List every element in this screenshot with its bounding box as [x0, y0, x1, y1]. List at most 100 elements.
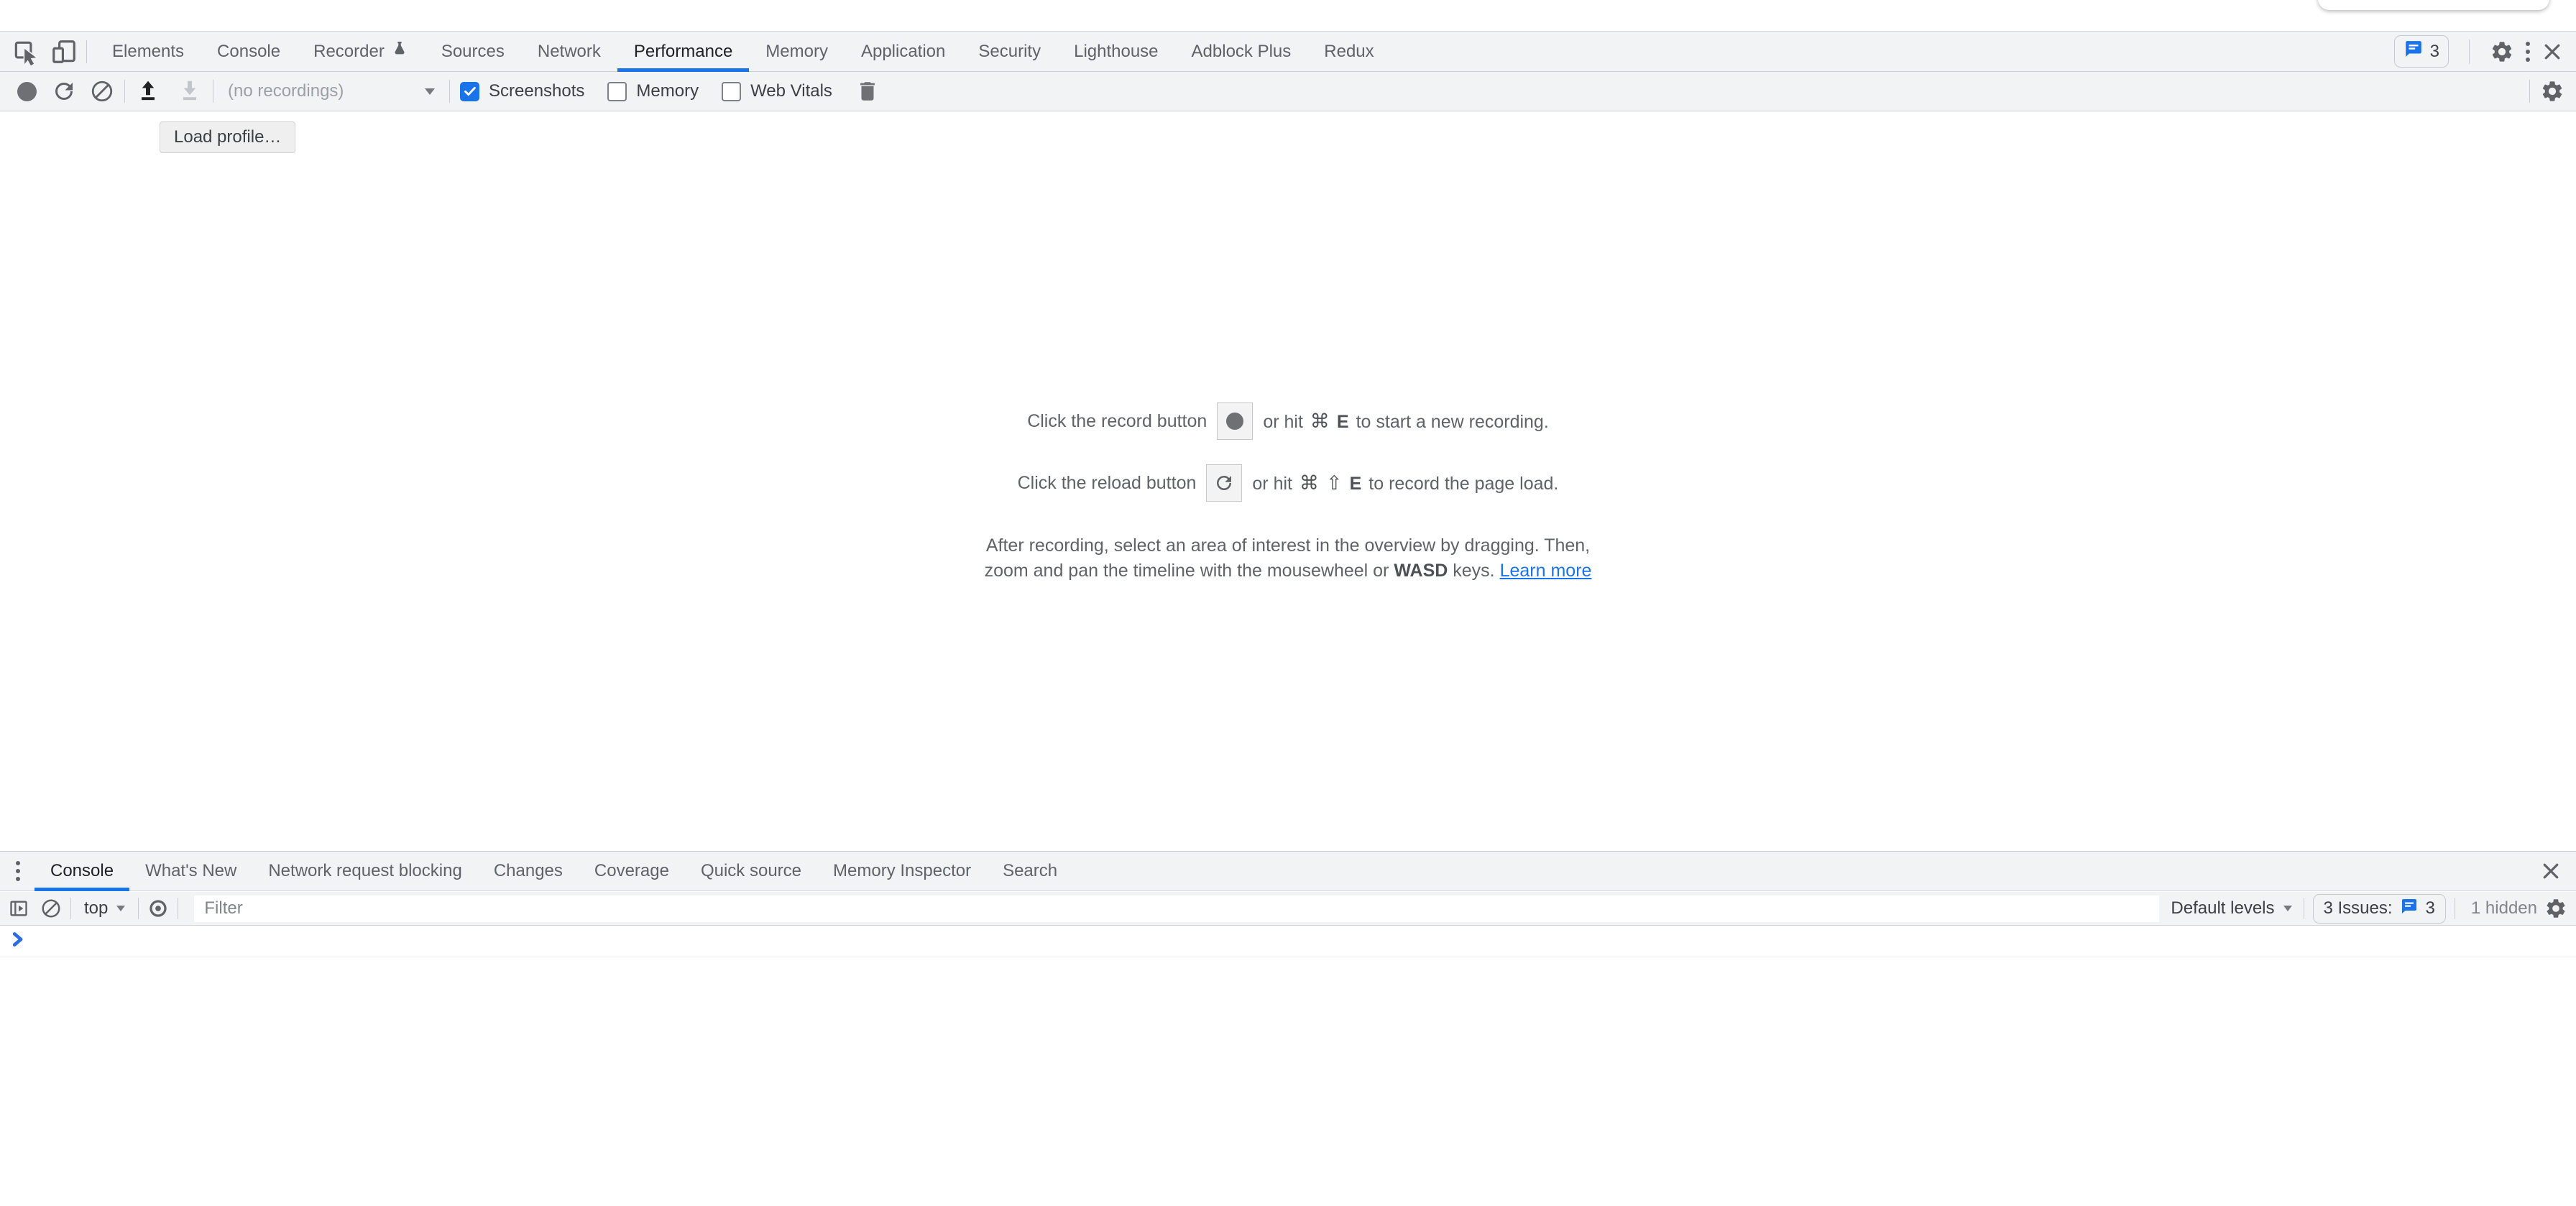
recordings-dropdown-value: (no recordings)	[228, 81, 344, 101]
web-vitals-label: Web Vitals	[750, 81, 832, 101]
flask-experiment-icon	[391, 40, 408, 63]
popup-window-corner	[2318, 0, 2549, 10]
tabbar-right-separator	[2469, 40, 2470, 64]
console-prompt-row[interactable]	[0, 926, 2576, 957]
reload-button-illustration	[1206, 464, 1242, 502]
tab-application[interactable]: Application	[845, 32, 962, 71]
help-paragraph: After recording, select an area of inter…	[961, 533, 1615, 584]
console-toolbar-separator	[138, 898, 139, 919]
issues-bubble-icon	[2404, 40, 2424, 63]
record-button[interactable]	[17, 82, 37, 101]
load-profile-tooltip: Load profile…	[160, 121, 295, 153]
more-options-icon[interactable]	[2526, 42, 2530, 62]
drawer-tab-quick-source[interactable]: Quick source	[685, 852, 817, 890]
console-settings-gear-icon[interactable]	[2544, 897, 2567, 920]
web-vitals-checkbox[interactable]	[722, 82, 741, 101]
memory-checkbox-group[interactable]: Memory	[607, 81, 699, 101]
tab-redux[interactable]: Redux	[1307, 32, 1390, 71]
performance-toolbar: (no recordings) Screenshots Memory Web V…	[0, 72, 2576, 111]
learn-more-link[interactable]: Learn more	[1500, 561, 1592, 581]
device-toolbar-icon[interactable]	[50, 38, 78, 65]
browser-top-strip	[0, 0, 2576, 31]
web-vitals-checkbox-group[interactable]: Web Vitals	[722, 81, 832, 101]
reload-hint-row: Click the reload button or hit⌘⇧Eto reco…	[0, 464, 2576, 502]
toolbar-separator	[124, 80, 125, 103]
issues-bubble-icon	[2400, 898, 2419, 920]
hidden-messages-count: 1 hidden	[2471, 898, 2537, 919]
drawer-tabbar: Console What's New Network request block…	[0, 851, 2576, 891]
record-hint-prefix: Click the record button	[1027, 411, 1207, 432]
issues-label: 3 Issues:	[2324, 898, 2393, 919]
reload-hint-prefix: Click the reload button	[1018, 473, 1197, 494]
screenshots-label: Screenshots	[489, 81, 584, 101]
issues-count: 3	[2430, 42, 2439, 62]
save-profile-icon	[177, 78, 203, 104]
tab-network[interactable]: Network	[521, 32, 617, 71]
console-issues-button[interactable]: 3 Issues: 3	[2313, 894, 2446, 924]
drawer-tab-whats-new[interactable]: What's New	[129, 852, 252, 890]
console-filter-input[interactable]	[194, 896, 2159, 922]
shift-key: ⇧	[1326, 472, 1343, 494]
live-expression-eye-icon[interactable]	[147, 898, 169, 919]
levels-value: Default levels	[2171, 898, 2274, 919]
e-key: E	[1337, 412, 1349, 432]
tab-lighthouse[interactable]: Lighthouse	[1057, 32, 1174, 71]
tab-console[interactable]: Console	[201, 32, 297, 71]
javascript-context-dropdown[interactable]: top	[84, 898, 125, 919]
console-toolbar-separator	[70, 898, 71, 919]
memory-checkbox[interactable]	[607, 82, 627, 101]
drawer-tab-changes[interactable]: Changes	[478, 852, 579, 890]
drawer-tabs: Console What's New Network request block…	[34, 852, 1073, 890]
issues-counter-button[interactable]: 3	[2394, 35, 2449, 68]
close-devtools-icon[interactable]	[2542, 41, 2563, 63]
devtools-tabbar: Elements Console Recorder Sources Networ…	[0, 31, 2576, 72]
clear-console-icon[interactable]	[40, 898, 62, 919]
settings-gear-icon[interactable]	[2490, 40, 2514, 64]
tab-performance[interactable]: Performance	[617, 32, 749, 71]
tab-adblock-plus[interactable]: Adblock Plus	[1175, 32, 1308, 71]
memory-label: Memory	[636, 81, 699, 101]
trash-icon[interactable]	[855, 79, 880, 103]
panel-tabs: Elements Console Recorder Sources Networ…	[96, 32, 1391, 71]
cmd-key: ⌘	[1300, 472, 1319, 494]
context-value: top	[84, 898, 108, 919]
performance-empty-state: Click the record button or hit⌘Eto start…	[0, 402, 2576, 584]
console-prompt-chevron-icon	[12, 931, 24, 951]
toolbar-separator	[449, 80, 450, 103]
drawer-tab-search[interactable]: Search	[987, 852, 1073, 890]
tabbar-separator	[86, 40, 87, 63]
recordings-dropdown[interactable]: (no recordings)	[224, 81, 439, 101]
cmd-key: ⌘	[1310, 410, 1330, 432]
chevron-down-icon	[425, 88, 435, 95]
chevron-down-icon	[116, 906, 125, 911]
drawer-tab-memory-inspector[interactable]: Memory Inspector	[817, 852, 987, 890]
reload-and-record-icon[interactable]	[51, 78, 77, 104]
tab-security[interactable]: Security	[962, 32, 1057, 71]
record-hint-row: Click the record button or hit⌘Eto start…	[0, 402, 2576, 440]
tab-sources[interactable]: Sources	[425, 32, 521, 71]
tab-elements[interactable]: Elements	[96, 32, 201, 71]
drawer-tab-coverage[interactable]: Coverage	[579, 852, 685, 890]
capture-settings-gear-icon[interactable]	[2540, 79, 2564, 103]
log-levels-dropdown[interactable]: Default levels	[2171, 898, 2291, 919]
close-drawer-icon[interactable]	[2540, 860, 2562, 882]
wasd-keys: WASD	[1394, 561, 1448, 581]
clear-recording-icon[interactable]	[90, 79, 114, 103]
load-profile-icon[interactable]	[135, 78, 161, 104]
console-sidebar-icon[interactable]	[9, 898, 29, 919]
drawer-tab-network-request-blocking[interactable]: Network request blocking	[252, 852, 477, 890]
record-button-illustration	[1217, 402, 1253, 440]
selected-tab-underline	[34, 888, 129, 891]
tab-recorder[interactable]: Recorder	[297, 32, 425, 71]
toolbar-separator	[2529, 80, 2530, 103]
chevron-down-icon	[2283, 906, 2292, 911]
tab-memory[interactable]: Memory	[749, 32, 845, 71]
screenshots-checkbox-group[interactable]: Screenshots	[460, 81, 584, 101]
e-key: E	[1350, 474, 1362, 494]
screenshots-checkbox[interactable]	[460, 82, 479, 101]
inspect-element-icon[interactable]	[12, 38, 39, 65]
console-toolbar: top Default levels 3 Issues: 3 1 hidden	[0, 892, 2576, 926]
drawer-tab-console[interactable]: Console	[34, 852, 129, 890]
issues-count: 3	[2426, 898, 2435, 919]
drawer-menu-icon[interactable]	[16, 861, 20, 881]
